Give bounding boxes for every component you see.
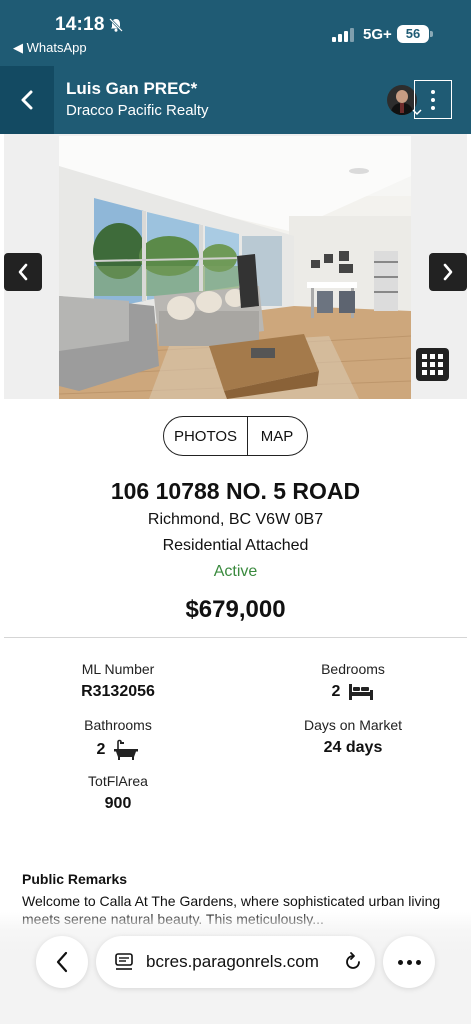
- bathtub-icon: [114, 739, 139, 760]
- bed-icon: [349, 684, 374, 700]
- status-bar: 14:18 ◀ WhatsApp 5G+ 56: [0, 0, 471, 66]
- fact-value: R3132056: [18, 683, 218, 701]
- divider: [4, 637, 467, 638]
- photos-map-toggle: PHOTOS MAP: [163, 416, 308, 456]
- photo-carousel: [4, 134, 467, 399]
- fact-days-on-market: Days on Market 24 days: [253, 717, 453, 757]
- avatar-face: [396, 90, 408, 103]
- back-chevron-icon: [56, 951, 68, 973]
- site-info-icon[interactable]: [114, 952, 134, 972]
- signal-icon: [332, 28, 354, 42]
- fact-label: ML Number: [81, 661, 155, 677]
- battery-level: 56: [397, 25, 429, 43]
- prev-arrow-icon: [18, 263, 28, 281]
- bathrooms-value: 2: [96, 741, 106, 758]
- living-room-photo: [59, 136, 411, 399]
- fact-label: Bathrooms: [84, 717, 152, 733]
- status-time: 14:18: [55, 14, 105, 35]
- fact-value: 2: [253, 683, 453, 701]
- listing-price: $679,000: [185, 596, 286, 623]
- more-icon[interactable]: [383, 936, 435, 988]
- fact-value: 24 days: [253, 739, 453, 757]
- dom-value: 24 days: [323, 739, 383, 756]
- fact-bedrooms: Bedrooms 2: [253, 661, 453, 701]
- grid-icon[interactable]: [416, 348, 449, 381]
- fact-bathrooms: Bathrooms 2: [18, 717, 218, 761]
- fact-label: TotFlArea: [88, 773, 148, 789]
- agent-company: Dracco Pacific Realty: [66, 102, 209, 119]
- fact-label: Days on Market: [303, 717, 403, 733]
- back-to-whatsapp[interactable]: ◀ WhatsApp: [13, 40, 87, 56]
- area-value: 900: [104, 795, 132, 812]
- kebab-menu-icon[interactable]: [414, 80, 452, 119]
- property-type: Residential Attached: [162, 537, 309, 554]
- bedrooms-value: 2: [331, 683, 341, 700]
- reload-icon[interactable]: [342, 951, 364, 973]
- bell-slash-icon: [109, 18, 123, 32]
- listing-address: 106 10788 NO. 5 ROAD: [110, 478, 361, 504]
- tab-photos[interactable]: PHOTOS: [164, 417, 248, 455]
- fact-value: 900: [18, 795, 218, 813]
- fact-total-floor-area: TotFlArea 900: [18, 773, 218, 813]
- back-chevron-icon: [21, 90, 33, 110]
- tab-map[interactable]: MAP: [248, 417, 306, 455]
- listing-photo[interactable]: [59, 136, 411, 399]
- network-type: 5G+: [363, 26, 392, 43]
- browser-back-button[interactable]: [36, 936, 88, 988]
- back-button[interactable]: [0, 66, 54, 134]
- fact-ml-number: ML Number R3132056: [18, 661, 218, 701]
- fact-value: 2: [18, 739, 218, 761]
- fact-label: Bedrooms: [321, 661, 385, 677]
- prev-photo-button[interactable]: [4, 253, 42, 291]
- url-bar[interactable]: bcres.paragonrels.com: [96, 936, 375, 988]
- url-text: bcres.paragonrels.com: [146, 952, 319, 971]
- avatar-tie: [400, 103, 404, 113]
- battery-tip: [430, 31, 433, 37]
- agent-name: Luis Gan PREC*: [66, 79, 198, 98]
- listing-city: Richmond, BC V6W 0B7: [147, 511, 324, 528]
- ml-number-value: R3132056: [81, 683, 155, 700]
- next-arrow-icon: [443, 263, 453, 281]
- next-photo-button[interactable]: [429, 253, 467, 291]
- remarks-title: Public Remarks: [22, 871, 128, 887]
- chat-header: Luis Gan PREC* Dracco Pacific Realty: [0, 66, 471, 134]
- listing-status: Active: [213, 563, 258, 580]
